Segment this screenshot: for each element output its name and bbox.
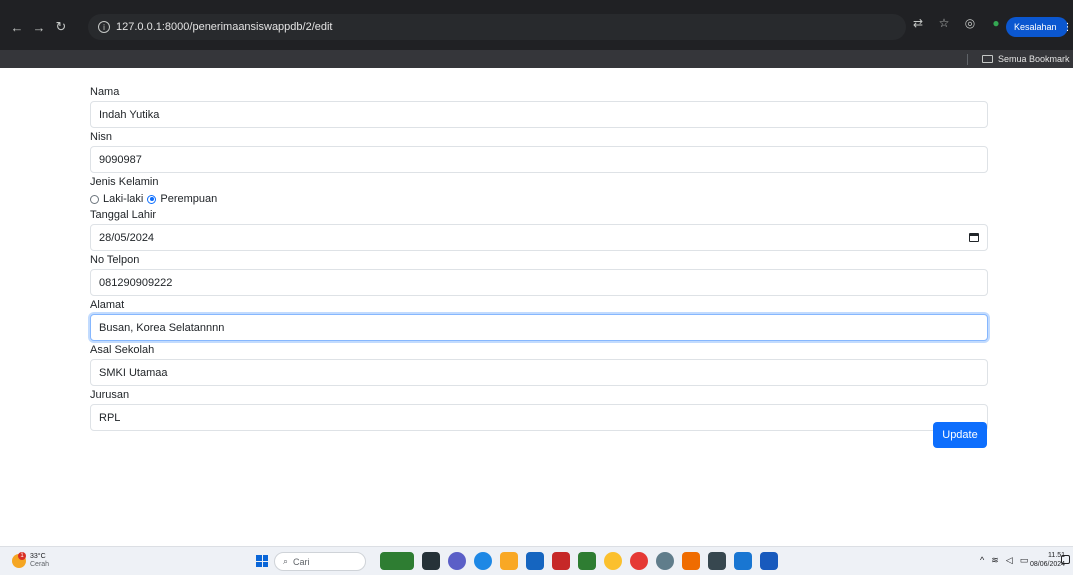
gender-radio-group: Laki-laki Perempuan <box>90 191 988 207</box>
app-settings-icon[interactable] <box>656 552 674 570</box>
nama-input[interactable]: Indah Yutika <box>90 101 988 128</box>
avatar-icon[interactable]: ● <box>988 16 1004 30</box>
perempuan-label: Perempuan <box>160 193 218 205</box>
asal-sekolah-input[interactable]: SMKI Utamaa <box>90 359 988 386</box>
nisn-value: 9090987 <box>99 153 142 166</box>
alamat-input[interactable]: Busan, Korea Selatannnn <box>90 314 988 341</box>
alamat-label: Alamat <box>90 299 125 311</box>
translate-icon[interactable]: ⇄ <box>910 16 926 30</box>
app-explorer-icon[interactable] <box>500 552 518 570</box>
app-xbox-icon[interactable] <box>578 552 596 570</box>
app-chrome-icon[interactable] <box>604 552 622 570</box>
app-terminal-icon[interactable] <box>708 552 726 570</box>
app-vscode-icon[interactable] <box>734 552 752 570</box>
app-opera-icon[interactable] <box>630 552 648 570</box>
tanggal-lahir-label: Tanggal Lahir <box>90 209 157 221</box>
chevron-up-icon[interactable]: ^ <box>980 555 984 566</box>
nisn-input[interactable]: 9090987 <box>90 146 988 173</box>
jurusan-value: RPL <box>99 411 121 424</box>
edit-student-form: Nama Indah Yutika Nisn 9090987 Jenis Kel… <box>90 84 988 432</box>
folder-icon <box>982 55 993 63</box>
jurusan-input[interactable]: RPL <box>90 404 988 431</box>
battery-icon[interactable]: ▭ <box>1020 555 1029 566</box>
tanggal-lahir-input[interactable]: 28/05/2024 <box>90 224 988 251</box>
all-bookmarks-button[interactable]: Semua Bookmark <box>982 54 1070 64</box>
notification-icon[interactable] <box>1061 555 1070 564</box>
volume-icon[interactable]: ◁ <box>1006 555 1013 566</box>
windows-taskbar: 1 33°C Cerah ⌕ Cari ^ ≋ ◁ ▭ 11.51 08/06/… <box>0 546 1073 575</box>
url-text: 127.0.0.1:8000/penerimaansiswappdb/2/edi… <box>116 21 333 33</box>
back-icon[interactable]: ← <box>6 16 28 38</box>
extensions-icon[interactable]: ◎ <box>962 16 978 30</box>
jenis-kelamin-label: Jenis Kelamin <box>90 176 159 188</box>
app-chat-icon[interactable] <box>448 552 466 570</box>
no-telpon-value: 081290909222 <box>99 276 173 289</box>
radio-laki-laki[interactable] <box>90 194 99 204</box>
app-edge-icon[interactable] <box>474 552 492 570</box>
weather-temp: 33°C <box>30 553 46 560</box>
laki-laki-label: Laki-laki <box>103 193 144 205</box>
taskbar-apps <box>380 552 778 570</box>
system-tray: ^ ≋ ◁ ▭ <box>980 555 1028 566</box>
weather-sun-icon: 1 <box>12 552 26 568</box>
app-taskview-icon[interactable] <box>422 552 440 570</box>
profile-error-button[interactable]: Kesalahan ⋮ <box>1006 17 1073 37</box>
jurusan-label: Jurusan <box>90 389 130 401</box>
bookmark-folder-label: Semua Bookmark <box>998 54 1070 64</box>
app-red-icon[interactable] <box>552 552 570 570</box>
search-icon: ⌕ <box>283 556 289 566</box>
asal-sekolah-label: Asal Sekolah <box>90 344 155 356</box>
update-button[interactable]: Update <box>933 422 987 448</box>
weather-condition: Cerah <box>30 561 50 568</box>
app-animal-icon[interactable] <box>380 552 414 570</box>
wifi-icon[interactable]: ≋ <box>991 555 999 566</box>
app-xampp-icon[interactable] <box>682 552 700 570</box>
profile-label: Kesalahan <box>1014 22 1057 32</box>
nisn-label: Nisn <box>90 131 113 143</box>
windows-start-icon[interactable] <box>256 555 268 567</box>
address-bar[interactable]: i 127.0.0.1:8000/penerimaansiswappdb/2/e… <box>88 14 906 40</box>
clock[interactable]: 11.51 08/06/2024 <box>1030 551 1065 569</box>
app-store-icon[interactable] <box>526 552 544 570</box>
clock-time: 11.51 <box>1048 552 1066 559</box>
alamat-value: Busan, Korea Selatannnn <box>99 321 225 334</box>
nama-value: Indah Yutika <box>99 108 160 121</box>
app-word-icon[interactable] <box>760 552 778 570</box>
bookmark-separator <box>967 54 968 65</box>
forward-icon[interactable]: → <box>28 16 50 38</box>
search-placeholder: Cari <box>293 556 310 567</box>
asal-sekolah-value: SMKI Utamaa <box>99 366 168 379</box>
reload-icon[interactable]: ↻ <box>50 16 72 38</box>
no-telpon-label: No Telpon <box>90 254 140 266</box>
no-telpon-input[interactable]: 081290909222 <box>90 269 988 296</box>
taskbar-search[interactable]: ⌕ Cari <box>274 552 366 571</box>
bookmark-bar: Semua Bookmark <box>0 50 1073 68</box>
tanggal-lahir-value: 28/05/2024 <box>99 231 155 244</box>
menu-kebab-icon: ⋮ <box>1062 21 1073 33</box>
clock-date: 08/06/2024 <box>1030 561 1066 568</box>
browser-toolbar: ← → ↻ i 127.0.0.1:8000/penerimaansiswapp… <box>0 0 1073 50</box>
weather-widget[interactable]: 1 33°C Cerah <box>12 552 50 569</box>
site-info-icon[interactable]: i <box>98 21 110 33</box>
bookmark-star-icon[interactable]: ☆ <box>936 16 952 30</box>
nama-label: Nama <box>90 86 120 98</box>
radio-perempuan[interactable] <box>147 194 157 204</box>
calendar-icon[interactable] <box>969 233 979 242</box>
